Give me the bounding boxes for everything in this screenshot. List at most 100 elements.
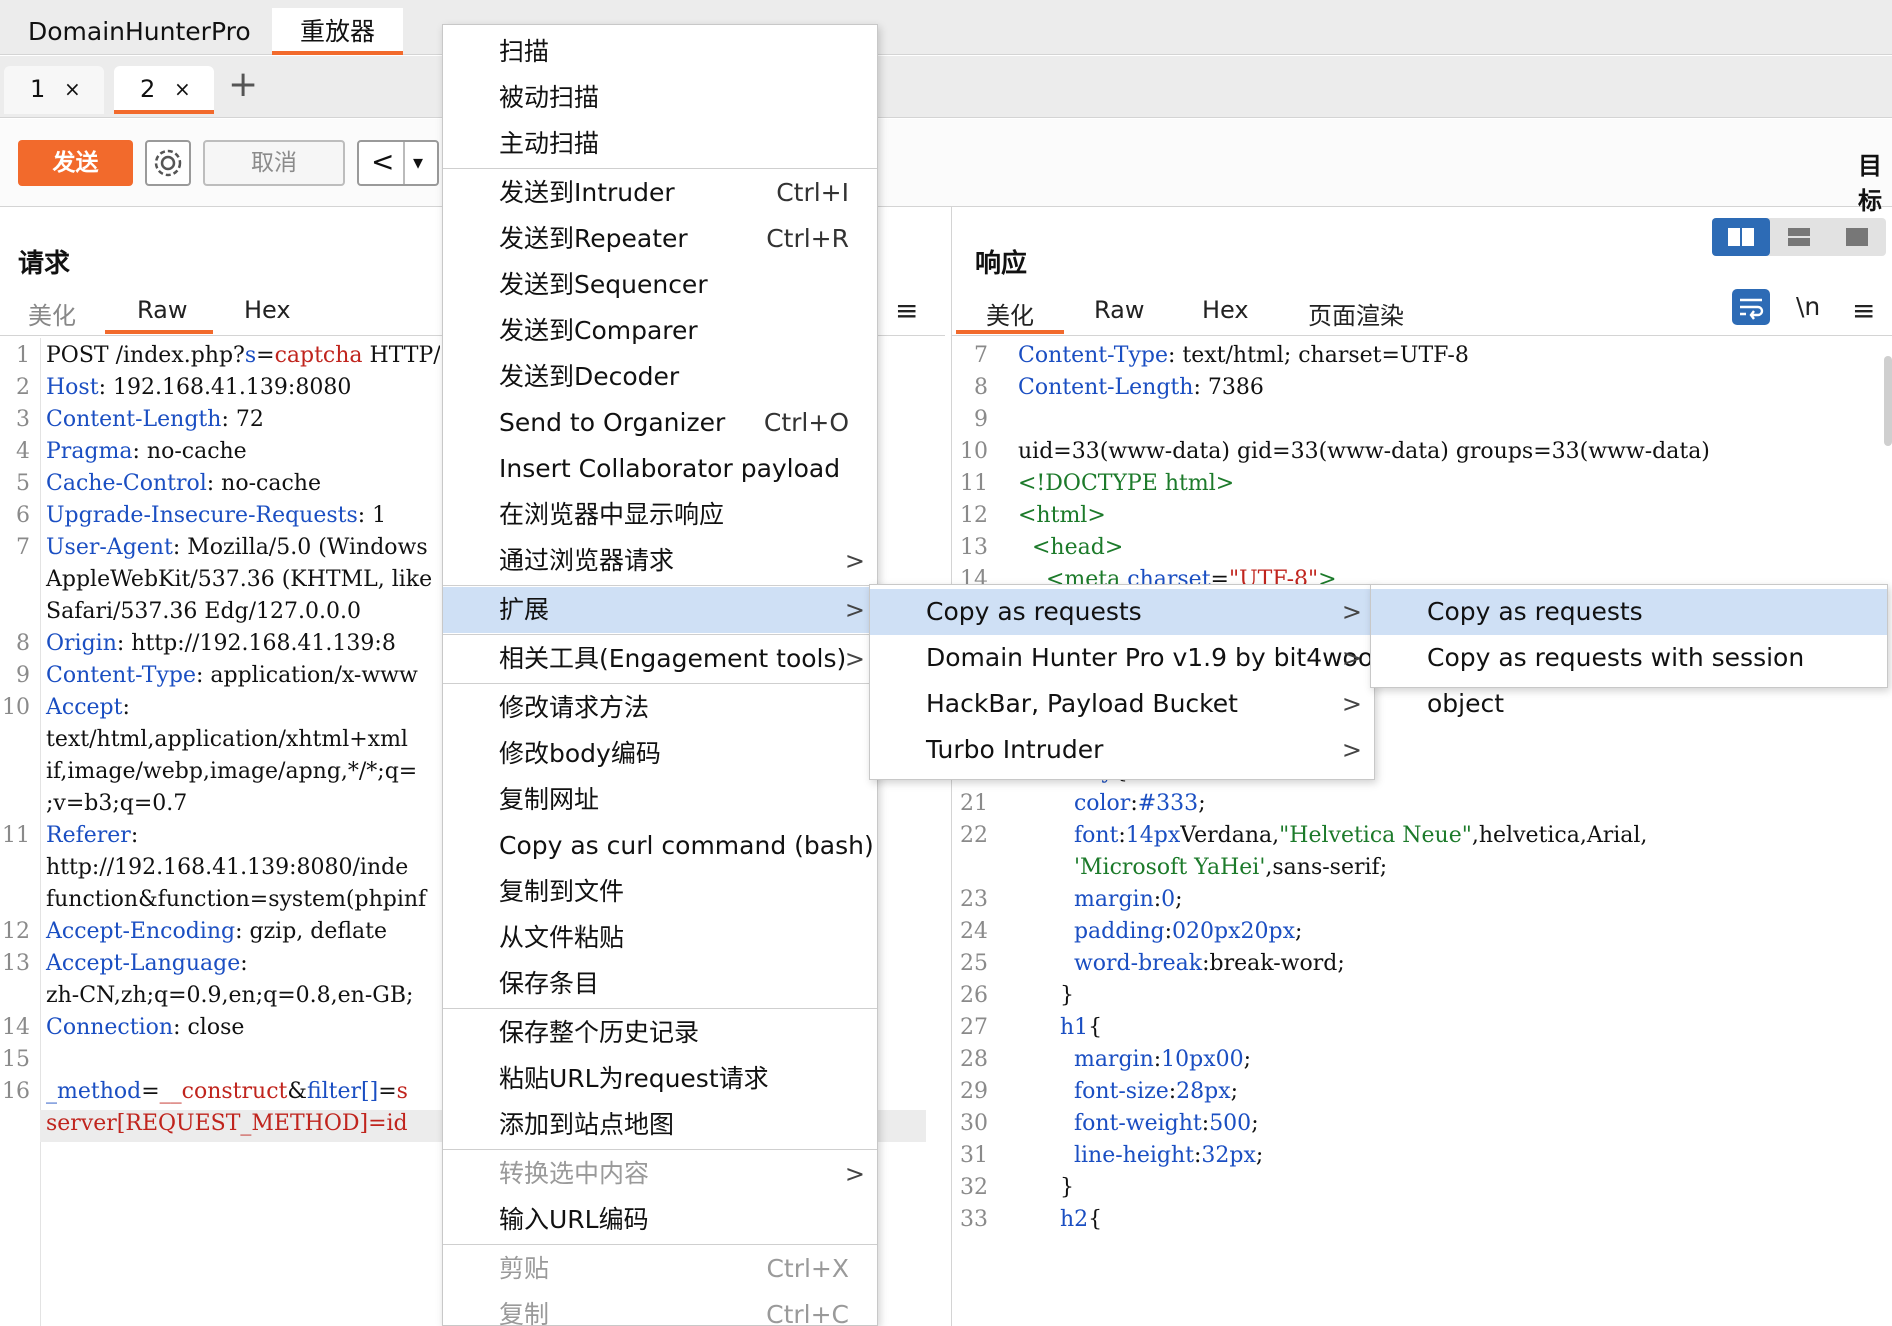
- tabbed-layout-button[interactable]: [1828, 218, 1886, 256]
- context-menu-item[interactable]: Insert Collaborator payload: [443, 446, 877, 492]
- code-line: h2{: [1059, 1207, 1103, 1232]
- line-number: 11: [2, 823, 30, 848]
- code-line: font-weight:500;: [1073, 1111, 1259, 1136]
- context-menu-item[interactable]: 扫描: [443, 29, 877, 75]
- menu-item-label: 复制到文件: [499, 877, 625, 906]
- extensions-menu-item[interactable]: Copy as requests >: [870, 589, 1374, 635]
- stacked-layout-button[interactable]: [1770, 218, 1828, 256]
- repeater-tab-1[interactable]: 1 ×: [4, 66, 104, 114]
- context-menu-item[interactable]: 粘贴URL为request请求: [443, 1056, 877, 1102]
- layout-toggle: [1712, 218, 1886, 256]
- context-menu-item[interactable]: 被动扫描: [443, 75, 877, 121]
- tab-hex[interactable]: Hex: [1202, 296, 1249, 324]
- context-menu-item[interactable]: 修改body编码: [443, 731, 877, 777]
- context-menu-item[interactable]: 发送到Decoder: [443, 354, 877, 400]
- tab-raw[interactable]: Raw: [137, 296, 187, 324]
- menu-separator: [443, 1244, 877, 1245]
- shortcut-label: Ctrl+I: [776, 178, 849, 207]
- context-menu-item[interactable]: 发送到Intruder Ctrl+I: [443, 170, 877, 216]
- context-menu-item[interactable]: 发送到Comparer: [443, 308, 877, 354]
- context-menu-item[interactable]: 复制网址: [443, 777, 877, 823]
- line-number: 8: [974, 375, 988, 400]
- close-icon[interactable]: ×: [174, 66, 191, 112]
- context-menu-item[interactable]: 保存整个历史记录: [443, 1010, 877, 1056]
- menu-item-label: 发送到Decoder: [499, 362, 680, 391]
- menu-item-label: 从文件粘贴: [499, 923, 625, 952]
- menu-item-label: 发送到Repeater: [499, 224, 688, 253]
- context-menu-item[interactable]: 通过浏览器请求 >: [443, 538, 877, 584]
- context-menu-item[interactable]: 从文件粘贴: [443, 915, 877, 961]
- context-menu-item[interactable]: 主动扫描: [443, 121, 877, 167]
- response-menu-icon[interactable]: ≡: [1852, 294, 1875, 327]
- request-menu-icon[interactable]: ≡: [895, 294, 918, 327]
- context-menu-item[interactable]: 保存条目: [443, 961, 877, 1007]
- context-menu-item[interactable]: 发送到Repeater Ctrl+R: [443, 216, 877, 262]
- request-editor[interactable]: 1 POST /index.php?s=captcha HTTP/1.1 2 Host…: [0, 340, 440, 1326]
- scrollbar-thumb[interactable]: [1884, 356, 1892, 446]
- extensions-menu-item[interactable]: HackBar, Payload Bucket >: [870, 681, 1374, 727]
- line-number: 9: [974, 407, 988, 432]
- chevron-down-icon[interactable]: ▾: [413, 142, 423, 182]
- line-number: 23: [960, 887, 988, 912]
- tab-pretty[interactable]: 美化: [986, 296, 1034, 331]
- chevron-right-icon: >: [1341, 736, 1362, 764]
- line-number: 15: [2, 1047, 30, 1072]
- tab-render[interactable]: 页面渲染: [1308, 296, 1404, 331]
- line-number: 13: [960, 535, 988, 560]
- add-tab-icon[interactable]: +: [228, 64, 258, 105]
- wrap-lines-button[interactable]: [1732, 289, 1770, 325]
- context-menu-item[interactable]: 修改请求方法: [443, 685, 877, 731]
- newline-toggle[interactable]: \n: [1796, 292, 1820, 321]
- history-back-button[interactable]: < ▾: [357, 140, 439, 186]
- extensions-menu-item[interactable]: Turbo Intruder >: [870, 727, 1374, 773]
- repeater-tab-2[interactable]: 2 ×: [114, 66, 214, 114]
- code-line: Pragma: no-cache: [46, 439, 247, 464]
- menu-item-label: 发送到Sequencer: [499, 270, 708, 299]
- code-line: uid=33(www-data) gid=33(www-data) groups…: [1018, 439, 1710, 464]
- menu-item-label: 在浏览器中显示响应: [499, 500, 725, 529]
- extensions-menu-item[interactable]: Domain Hunter Pro v1.9 by bit4woo >: [870, 635, 1374, 681]
- tab-pretty[interactable]: 美化: [28, 296, 76, 331]
- code-line: Safari/537.36 Edg/127.0.0.0: [46, 599, 361, 624]
- send-button[interactable]: 发送: [18, 140, 133, 186]
- line-number: 2: [16, 375, 30, 400]
- line-number: 8: [16, 631, 30, 656]
- copy-requests-menu-item[interactable]: Copy as requests: [1371, 589, 1887, 635]
- code-line: 'Microsoft YaHei',sans-serif;: [1073, 855, 1388, 880]
- context-menu-item[interactable]: 添加到站点地图: [443, 1102, 877, 1148]
- context-menu-item[interactable]: 输入URL编码: [443, 1197, 877, 1243]
- context-menu-item: 复制 Ctrl+C: [443, 1292, 877, 1326]
- cancel-button[interactable]: 取消: [203, 140, 345, 186]
- context-menu-item[interactable]: 复制到文件: [443, 869, 877, 915]
- line-number: 5: [16, 471, 30, 496]
- menu-item-label: 复制: [499, 1300, 550, 1326]
- line-number: 9: [16, 663, 30, 688]
- line-number: 4: [16, 439, 30, 464]
- tab-domainhunterpro[interactable]: DomainHunterPro: [0, 8, 279, 55]
- context-menu-item[interactable]: Send to Organizer Ctrl+O: [443, 400, 877, 446]
- line-number: 3: [16, 407, 30, 432]
- line-number: 29: [960, 1079, 988, 1104]
- copy-requests-menu-item[interactable]: Copy as requests with session object: [1371, 635, 1887, 718]
- code-line: AppleWebKit/537.36 (KHTML, like: [46, 567, 433, 592]
- code-line: http://192.168.41.139:8080/inde: [46, 855, 409, 880]
- close-icon[interactable]: ×: [64, 66, 81, 112]
- active-tab-indicator: [105, 330, 213, 334]
- top-tab-bar: DomainHunterPro 重放器: [0, 0, 1892, 55]
- code-line: color:#333;: [1073, 791, 1206, 816]
- context-menu-item[interactable]: 扩展 >: [443, 587, 877, 633]
- tab-repeater[interactable]: 重放器: [272, 8, 404, 55]
- context-menu-item: 转换选中内容 >: [443, 1151, 877, 1197]
- code-line: margin:0;: [1073, 887, 1183, 912]
- context-menu-item[interactable]: 相关工具(Engagement tools) >: [443, 636, 877, 682]
- settings-button[interactable]: [145, 140, 191, 186]
- code-line: Referer:: [46, 823, 139, 848]
- context-menu-item[interactable]: 在浏览器中显示响应: [443, 492, 877, 538]
- side-by-side-layout-button[interactable]: [1712, 218, 1770, 256]
- context-menu-item[interactable]: Copy as curl command (bash): [443, 823, 877, 869]
- tab-hex[interactable]: Hex: [244, 296, 291, 324]
- code-line: Content-Length: 72: [46, 407, 264, 432]
- response-editor[interactable]: 7 Content-Type: text/html; charset=UTF-8 8…: [958, 340, 1892, 1326]
- tab-raw[interactable]: Raw: [1094, 296, 1144, 324]
- context-menu-item[interactable]: 发送到Sequencer: [443, 262, 877, 308]
